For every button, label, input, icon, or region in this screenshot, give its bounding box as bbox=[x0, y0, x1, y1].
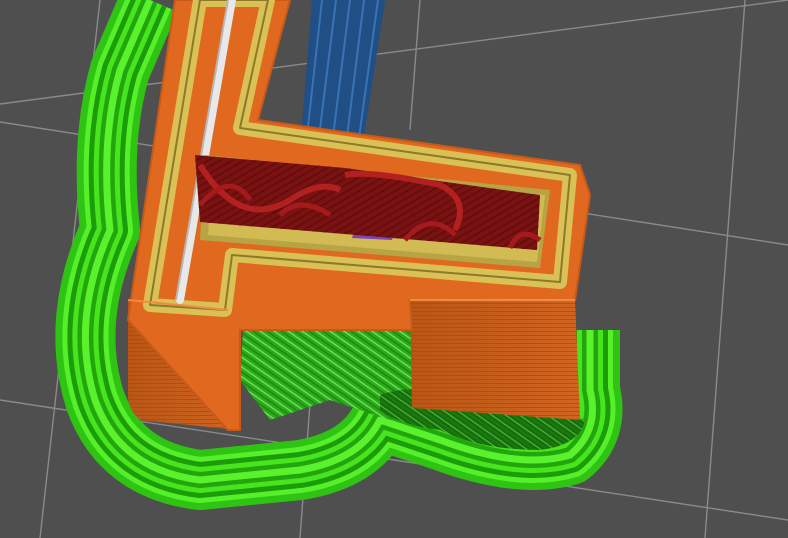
gcode-preview-viewport[interactable] bbox=[0, 0, 788, 538]
3d-preview-canvas[interactable] bbox=[0, 0, 788, 538]
grid-line bbox=[704, 0, 746, 538]
grid-line bbox=[409, 0, 421, 131]
